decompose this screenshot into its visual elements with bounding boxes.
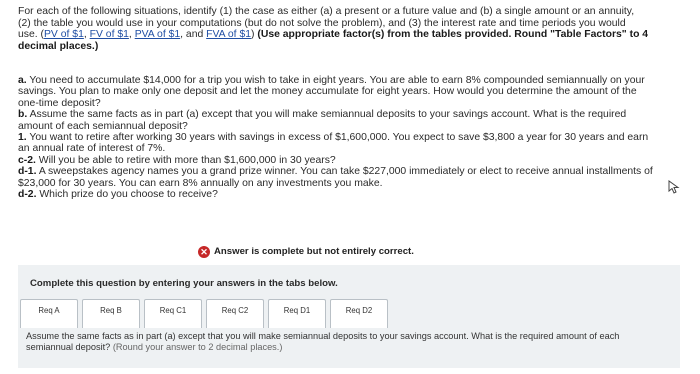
question-text: You need to accumulate $14,000 for a tri… <box>18 75 645 109</box>
question-text: Assume the same facts as in part (a) exc… <box>18 109 627 132</box>
instruction-bold: (Use appropriate factor(s) from the tabl… <box>257 29 649 41</box>
tab-req-d2[interactable]: Req D2 <box>330 299 388 328</box>
paren-close: ) <box>251 29 255 41</box>
link-pva-table[interactable]: PVA of $1 <box>135 29 180 40</box>
link-pv-table[interactable]: PV of $1 <box>44 29 84 40</box>
problem-intro: For each of the following situations, id… <box>18 6 658 52</box>
tab-content: Assume the same facts as in part (a) exc… <box>26 331 666 352</box>
answer-status-alert: ✕ Answer is complete but not entirely co… <box>198 243 436 261</box>
question-label: b. <box>18 109 28 121</box>
answer-panel: Complete this question by entering your … <box>18 265 680 368</box>
tab-req-b[interactable]: Req B <box>82 299 140 328</box>
question-label: a. <box>18 75 27 86</box>
answer-status-message: Answer is complete but not entirely corr… <box>214 246 414 257</box>
question-text: Will you be able to retire with more tha… <box>38 154 336 166</box>
link-fv-table[interactable]: FV of $1 <box>90 29 129 40</box>
question-label: d-2. <box>18 189 37 201</box>
requirement-tabs: Req A Req B Req C1 Req C2 Req D1 Req D2 <box>20 299 392 329</box>
question-text: Which prize do you choose to receive? <box>39 189 218 201</box>
question-c1: 1. You want to retire after working 30 y… <box>18 132 658 155</box>
tab-req-c1[interactable]: Req C1 <box>144 299 202 328</box>
question-label: d-1. <box>18 166 37 178</box>
intro-use: use. <box>18 29 38 41</box>
question-c2: c-2. Will you be able to retire with mor… <box>18 155 658 166</box>
panel-instruction: Complete this question by entering your … <box>30 278 338 289</box>
question-a: a. You need to accumulate $14,000 for a … <box>18 75 658 109</box>
tab-req-a[interactable]: Req A <box>20 299 78 328</box>
intro-line-1: For each of the following situations, id… <box>18 6 635 17</box>
tab-req-c2[interactable]: Req C2 <box>206 299 264 328</box>
question-label: 1. <box>18 132 27 144</box>
link-fva-table[interactable]: FVA of $1 <box>206 29 251 40</box>
instruction-bold-2: decimal places.) <box>18 40 99 52</box>
question-d2: d-2. Which prize do you choose to receiv… <box>18 189 658 200</box>
question-list: a. You need to accumulate $14,000 for a … <box>18 75 658 200</box>
tab-req-d1[interactable]: Req D1 <box>268 299 326 328</box>
question-d1: d-1. A sweepstakes agency names you a gr… <box>18 166 658 189</box>
x-circle-icon: ✕ <box>198 246 210 258</box>
question-b: b. Assume the same facts as in part (a) … <box>18 109 658 132</box>
intro-line-2: (2) the table you would use in your comp… <box>18 17 626 29</box>
question-text: A sweepstakes agency names you a grand p… <box>18 166 653 189</box>
mouse-cursor-icon <box>668 180 680 194</box>
question-label: c-2. <box>18 154 36 166</box>
and-text: , and <box>180 29 207 41</box>
question-text: You want to retire after working 30 year… <box>18 132 649 155</box>
rounding-note: (Round your answer to 2 decimal places.) <box>112 341 283 352</box>
